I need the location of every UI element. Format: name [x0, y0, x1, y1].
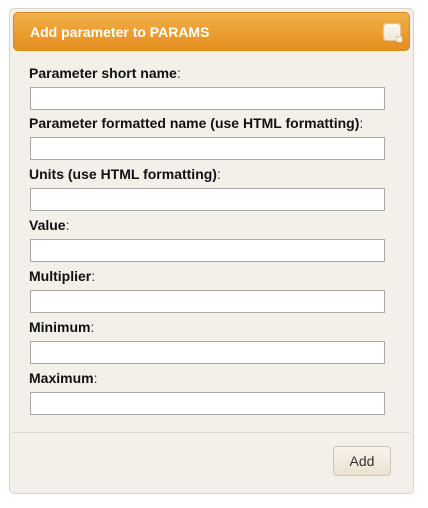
- field-label-multiplier: Multiplier: [29, 268, 92, 284]
- label-colon: :: [65, 217, 70, 233]
- maximum-input[interactable]: [30, 392, 385, 415]
- label-colon: :: [91, 268, 96, 284]
- field-parameter-formatted-name: Parameter formatted name (use HTML forma…: [29, 115, 389, 160]
- label-colon: :: [176, 65, 181, 81]
- field-minimum: Minimum:: [29, 319, 389, 364]
- field-label-value: Value: [29, 217, 66, 233]
- multiplier-input[interactable]: [30, 290, 385, 313]
- label-colon: :: [90, 319, 95, 335]
- label-colon: :: [93, 370, 98, 386]
- dialog-titlebar[interactable]: Add parameter to PARAMS: [13, 12, 410, 51]
- field-parameter-short-name: Parameter short name:: [29, 65, 389, 110]
- units-input[interactable]: [30, 188, 385, 211]
- field-value: Value:: [29, 217, 389, 262]
- field-units: Units (use HTML formatting):: [29, 166, 389, 211]
- field-label-maximum: Maximum: [29, 370, 94, 386]
- parameter-formatted-name-input[interactable]: [30, 137, 385, 160]
- dialog-title: Add parameter to PARAMS: [30, 24, 210, 40]
- field-label-short-name: Parameter short name: [29, 65, 177, 81]
- label-colon: :: [216, 166, 221, 182]
- parameter-short-name-input[interactable]: [30, 87, 385, 110]
- add-button[interactable]: Add: [333, 446, 391, 476]
- minimum-input[interactable]: [30, 341, 385, 364]
- label-colon: :: [359, 115, 364, 131]
- close-icon[interactable]: [383, 23, 402, 42]
- field-label-minimum: Minimum: [29, 319, 91, 335]
- value-input[interactable]: [30, 239, 385, 262]
- field-label-formatted-name: Parameter formatted name (use HTML forma…: [29, 115, 360, 131]
- field-label-units: Units (use HTML formatting): [29, 166, 217, 182]
- add-parameter-dialog: Add parameter to PARAMS Parameter short …: [9, 8, 414, 494]
- field-maximum: Maximum:: [29, 370, 389, 415]
- field-multiplier: Multiplier:: [29, 268, 389, 313]
- button-pane-divider: [13, 432, 410, 433]
